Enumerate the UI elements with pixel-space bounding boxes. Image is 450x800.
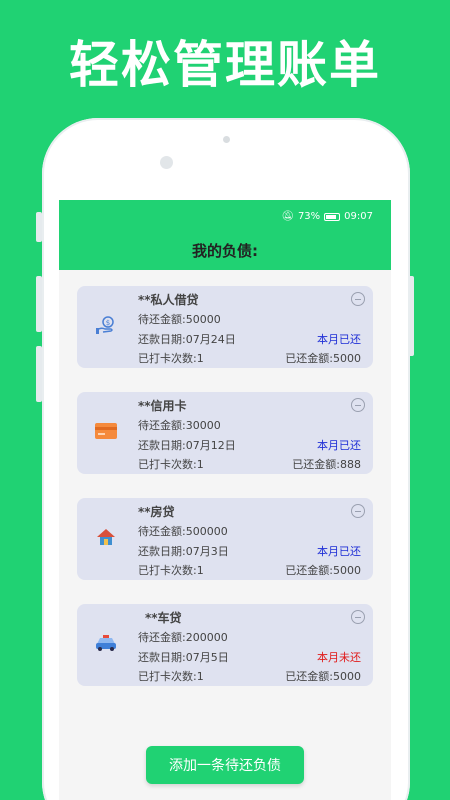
debt-name: **车贷 xyxy=(145,611,182,625)
money-hand-icon: $ xyxy=(93,312,119,338)
page-title: 我的负债: xyxy=(192,242,258,260)
due-amount: 待还金额:200000 xyxy=(138,631,228,644)
svg-text:$: $ xyxy=(106,319,110,327)
remove-debt-icon[interactable] xyxy=(351,398,365,412)
debt-name: **信用卡 xyxy=(138,399,187,413)
repay-date: 还款日期:07月5日 xyxy=(138,651,229,664)
debt-card[interactable]: **房贷 待还金额:500000 还款日期:07月3日 本月已还 已打卡次数:1… xyxy=(77,498,373,580)
payment-status: 本月未还 xyxy=(317,651,361,664)
payment-status: 本月已还 xyxy=(317,333,361,346)
front-camera xyxy=(223,136,230,143)
remove-debt-icon[interactable] xyxy=(351,292,365,306)
debt-card[interactable]: $ **私人借贷 待还金额:50000 还款日期:07月24日 本月已还 已打卡… xyxy=(77,286,373,368)
status-bar: 🔕︎ 73% 09:07 xyxy=(281,211,373,222)
repay-date: 还款日期:07月24日 xyxy=(138,333,236,346)
car-icon xyxy=(93,630,119,656)
paid-amount: 已还金额:5000 xyxy=(285,670,361,683)
app-screen: 🔕︎ 73% 09:07 我的负债: $ **私人借贷 待还金额:50000 还… xyxy=(59,200,391,800)
debt-card[interactable]: **信用卡 待还金额:30000 还款日期:07月12日 本月已还 已打卡次数:… xyxy=(77,392,373,474)
battery-icon xyxy=(324,212,341,221)
remove-debt-icon[interactable] xyxy=(351,504,365,518)
debt-name: **房贷 xyxy=(138,505,175,519)
battery-percent: 73% xyxy=(297,211,321,222)
debt-name: **私人借贷 xyxy=(138,293,199,307)
paid-amount: 已还金额:5000 xyxy=(285,564,361,577)
promo-headline: 轻松管理账单 xyxy=(69,36,381,94)
due-amount: 待还金额:50000 xyxy=(138,313,221,326)
add-debt-button[interactable]: 添加一条待还负债 xyxy=(146,746,304,784)
credit-card-icon xyxy=(93,418,119,444)
payment-status: 本月已还 xyxy=(317,545,361,558)
checkin-count: 已打卡次数:1 xyxy=(138,352,204,365)
mute-bell-icon: 🔕︎ xyxy=(281,211,294,222)
paid-amount: 已还金额:5000 xyxy=(285,352,361,365)
status-time: 09:07 xyxy=(344,211,373,222)
checkin-count: 已打卡次数:1 xyxy=(138,458,204,471)
checkin-count: 已打卡次数:1 xyxy=(138,564,204,577)
remove-debt-icon[interactable] xyxy=(351,610,365,624)
paid-amount: 已还金额:888 xyxy=(292,458,361,471)
app-bar: 🔕︎ 73% 09:07 我的负债: xyxy=(59,200,391,270)
debt-card[interactable]: **车贷 待还金额:200000 还款日期:07月5日 本月未还 已打卡次数:1… xyxy=(77,604,373,686)
repay-date: 还款日期:07月3日 xyxy=(138,545,229,558)
due-amount: 待还金额:30000 xyxy=(138,419,221,432)
checkin-count: 已打卡次数:1 xyxy=(138,670,204,683)
proximity-sensor xyxy=(160,156,173,169)
due-amount: 待还金额:500000 xyxy=(138,525,228,538)
repay-date: 还款日期:07月12日 xyxy=(138,439,236,452)
payment-status: 本月已还 xyxy=(317,439,361,452)
house-icon xyxy=(93,524,119,550)
